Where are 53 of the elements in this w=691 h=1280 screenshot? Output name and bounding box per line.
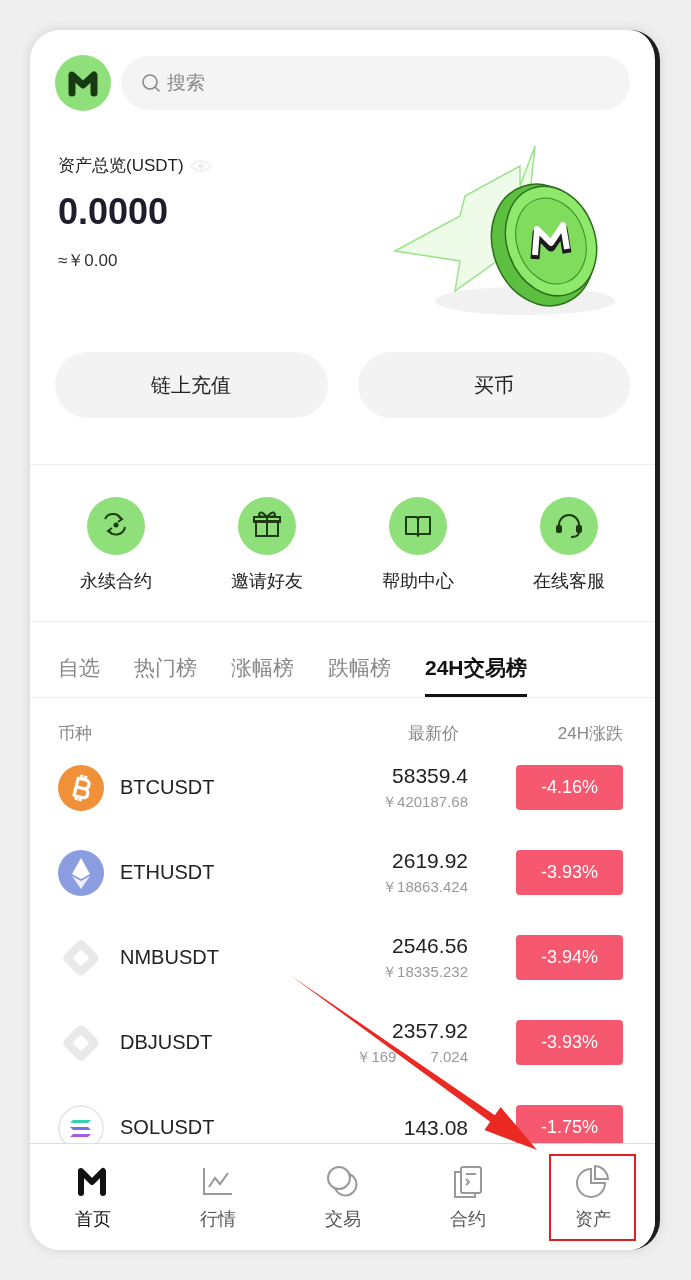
- coin-symbol: DBJUSDT: [120, 1031, 213, 1054]
- last-price: 2619.92: [392, 848, 468, 873]
- nav-tab[interactable]: 交易: [299, 1153, 386, 1241]
- ranking-tab[interactable]: 跌幅榜: [328, 646, 391, 697]
- action-button[interactable]: 买币: [357, 352, 630, 418]
- price-cny: ￥18863.424: [382, 877, 468, 897]
- search-field[interactable]: 搜索: [121, 56, 630, 110]
- balance-amount: 0.0000: [58, 191, 170, 233]
- ethereum-icon: [58, 849, 104, 896]
- column-header: 24H涨跌: [557, 723, 623, 745]
- rotate-icon: [86, 497, 145, 555]
- last-price: 58359.4: [392, 763, 468, 788]
- coin-symbol: BTCUSDT: [120, 776, 215, 799]
- shortcut-label[interactable]: 帮助中心: [382, 569, 455, 593]
- headset-icon: [540, 497, 599, 555]
- price-cny: ￥420187.68: [382, 792, 468, 812]
- price-cny: 7.024: [430, 1047, 468, 1067]
- ranking-tab[interactable]: 涨幅榜: [231, 646, 294, 697]
- nav-tab[interactable]: 合约: [424, 1153, 511, 1241]
- column-header: 币种: [58, 723, 93, 745]
- search-icon: [141, 73, 161, 93]
- nav-tab[interactable]: 首页: [49, 1153, 136, 1241]
- coin-symbol: ETHUSDT: [120, 861, 215, 884]
- change-badge: -3.93%: [516, 850, 623, 895]
- book-icon: [389, 497, 448, 555]
- ranking-tab[interactable]: 24H交易榜: [425, 646, 527, 697]
- ranking-tab[interactable]: 热门榜: [134, 646, 197, 697]
- change-badge: -3.93%: [516, 1020, 623, 1065]
- gift-icon: [237, 497, 296, 555]
- last-price: 2357.92: [392, 1018, 468, 1043]
- coin-symbol: SOLUSDT: [120, 1116, 215, 1139]
- change-badge: -1.75%: [516, 1105, 623, 1143]
- overview-title: 资产总览(USDT): [58, 155, 184, 177]
- change-badge: -3.94%: [516, 935, 623, 980]
- change-badge: -4.16%: [516, 765, 623, 810]
- nav-tab[interactable]: 行情: [174, 1153, 261, 1241]
- shortcut-label[interactable]: 在线客服: [533, 569, 606, 593]
- ranking-tab[interactable]: 自选: [58, 646, 100, 697]
- price-cny: ￥18335.232: [382, 962, 468, 982]
- nav-tab[interactable]: 资产: [549, 1153, 636, 1241]
- shortcut-label[interactable]: 永续合约: [79, 569, 152, 593]
- balance-approx: ≈￥0.00: [58, 250, 119, 272]
- column-header: 最新价: [407, 723, 460, 745]
- coin-symbol: NMBUSDT: [120, 946, 219, 969]
- price-cny: ￥169: [356, 1047, 397, 1067]
- bitcoin-icon: [58, 764, 104, 811]
- logo-icon: [55, 55, 111, 111]
- pie-chart-icon: [573, 1163, 612, 1201]
- search-input[interactable]: 搜索: [167, 72, 610, 94]
- shortcut-label[interactable]: 邀请好友: [230, 569, 303, 593]
- last-price: 143.08: [403, 1115, 468, 1140]
- last-price: 2546.56: [392, 933, 468, 958]
- action-button[interactable]: 链上充值: [55, 352, 328, 418]
